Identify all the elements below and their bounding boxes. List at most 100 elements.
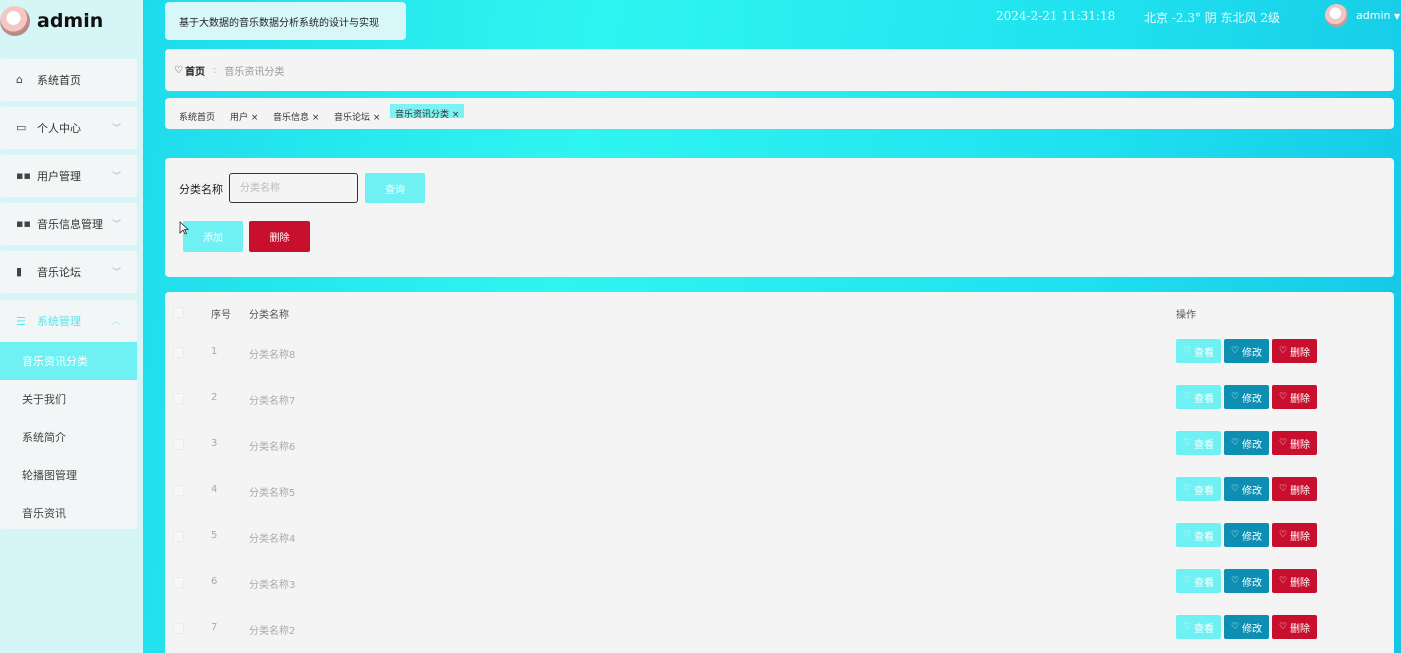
row-name: 分类名称3 xyxy=(249,580,296,591)
user-menu[interactable]: admin ▼ xyxy=(1356,9,1400,22)
edit-button[interactable]: ♡ 修改 xyxy=(1224,569,1269,593)
edit-button[interactable]: ♡ 修改 xyxy=(1224,385,1269,409)
brand: admin xyxy=(0,0,143,42)
sidebar-subitem-news-category[interactable]: 音乐资讯分类 xyxy=(0,342,137,380)
row-checkbox[interactable] xyxy=(173,577,184,588)
brand-name: admin xyxy=(37,10,104,32)
batch-delete-button[interactable]: 删除 xyxy=(249,221,310,252)
sidebar-item-users[interactable]: ▪▪ 用户管理 ﹀ xyxy=(0,155,137,197)
edit-label: 修改 xyxy=(1242,439,1263,451)
view-button[interactable]: ♡ 查看 xyxy=(1176,615,1221,639)
sidebar-item-system[interactable]: ☰ 系统管理 ︿ xyxy=(0,300,137,342)
heart-icon: ♡ xyxy=(1182,438,1192,448)
sidebar-item-home[interactable]: ⌂ 系统首页 xyxy=(0,59,137,101)
row-index: 1 xyxy=(211,346,218,357)
tag-news-category[interactable]: 音乐资讯分类 × xyxy=(390,104,465,118)
delete-label: 删除 xyxy=(1290,393,1311,405)
heart-icon: ♡ xyxy=(1278,438,1288,448)
sidebar-subitem-intro[interactable]: 系统简介 xyxy=(0,418,137,456)
row-checkbox[interactable] xyxy=(173,485,184,496)
tags-bar: 系统首页 用户 × 音乐信息 × 音乐论坛 × 音乐资讯分类 × xyxy=(165,98,1394,129)
edit-button[interactable]: ♡ 修改 xyxy=(1224,431,1269,455)
tag-music-info[interactable]: 音乐信息 × xyxy=(273,110,319,123)
heart-icon: ♡ xyxy=(1230,438,1240,448)
tag-users[interactable]: 用户 × xyxy=(230,110,258,123)
delete-label: 删除 xyxy=(1290,531,1311,543)
sidebar-item-label: 音乐论坛 xyxy=(37,266,81,279)
sidebar-subitem-carousel[interactable]: 轮播图管理 xyxy=(0,456,137,494)
delete-button[interactable]: ♡ 删除 xyxy=(1272,431,1317,455)
delete-button[interactable]: ♡ 删除 xyxy=(1272,385,1317,409)
tag-forum[interactable]: 音乐论坛 × xyxy=(334,110,380,123)
heart-icon: ♡ xyxy=(1182,392,1192,402)
header-name: 分类名称 xyxy=(249,310,289,321)
edit-button[interactable]: ♡ 修改 xyxy=(1224,523,1269,547)
view-button[interactable]: ♡ 查看 xyxy=(1176,523,1221,547)
add-button[interactable]: 添加 xyxy=(183,221,243,252)
delete-button[interactable]: ♡ 删除 xyxy=(1272,569,1317,593)
heart-icon: ♡ xyxy=(1278,622,1288,632)
datetime: 2024-2-21 11:31:18 xyxy=(996,9,1116,23)
view-button[interactable]: ♡ 查看 xyxy=(1176,477,1221,501)
row-index: 6 xyxy=(211,576,218,587)
view-label: 查看 xyxy=(1194,393,1215,405)
edit-button[interactable]: ♡ 修改 xyxy=(1224,615,1269,639)
edit-button[interactable]: ♡ 修改 xyxy=(1224,477,1269,501)
select-all-checkbox[interactable] xyxy=(173,307,184,318)
user-name: admin xyxy=(1356,9,1391,22)
heart-icon: ♡ xyxy=(1230,484,1240,494)
chevron-down-icon: ﹀ xyxy=(111,268,121,278)
view-button[interactable]: ♡ 查看 xyxy=(1176,339,1221,363)
search-label: 分类名称 xyxy=(179,183,223,196)
brand-avatar xyxy=(0,6,30,36)
grid-icon: ▪▪ xyxy=(16,169,31,182)
view-label: 查看 xyxy=(1194,623,1215,635)
breadcrumb-separator: : xyxy=(212,64,217,76)
home-icon: ⌂ xyxy=(16,73,23,86)
chevron-down-icon: ﹀ xyxy=(111,220,121,230)
sidebar-item-profile[interactable]: ▭ 个人中心 ﹀ xyxy=(0,107,137,149)
heart-icon: ♡ xyxy=(1182,576,1192,586)
sidebar-item-label: 音乐信息管理 xyxy=(37,218,103,231)
edit-label: 修改 xyxy=(1242,393,1263,405)
avatar[interactable] xyxy=(1325,4,1348,27)
sidebar-subitem-news[interactable]: 音乐资讯 xyxy=(0,494,137,532)
heart-icon: ♡ xyxy=(174,64,183,76)
category-name-input[interactable] xyxy=(229,173,358,203)
sidebar-subitem-about[interactable]: 关于我们 xyxy=(0,380,137,418)
heart-icon: ♡ xyxy=(1230,392,1240,402)
heart-icon: ♡ xyxy=(1278,392,1288,402)
view-button[interactable]: ♡ 查看 xyxy=(1176,385,1221,409)
row-checkbox[interactable] xyxy=(173,623,184,634)
list-icon: ☰ xyxy=(16,314,26,328)
row-checkbox[interactable] xyxy=(173,439,184,450)
sidebar-item-music-info[interactable]: ▪▪ 音乐信息管理 ﹀ xyxy=(0,203,137,245)
delete-button[interactable]: ♡ 删除 xyxy=(1272,339,1317,363)
sidebar-item-label: 用户管理 xyxy=(37,170,81,183)
sidebar-item-forum[interactable]: ▮ 音乐论坛 ﹀ xyxy=(0,251,137,293)
row-checkbox[interactable] xyxy=(173,531,184,542)
heart-icon: ♡ xyxy=(1182,622,1192,632)
category-table: 序号 分类名称 操作 1 分类名称8 ♡ 查看 ♡ 修改 ♡ 删除 2 分类名称7 ♡… xyxy=(165,292,1394,653)
breadcrumb-home[interactable]: 首页 xyxy=(185,63,205,78)
delete-button[interactable]: ♡ 删除 xyxy=(1272,523,1317,547)
row-checkbox[interactable] xyxy=(173,393,184,404)
header-action: 操作 xyxy=(1176,310,1196,321)
query-button[interactable]: 查询 xyxy=(365,173,425,203)
edit-label: 修改 xyxy=(1242,347,1263,359)
view-label: 查看 xyxy=(1194,347,1215,359)
heart-icon: ♡ xyxy=(1230,346,1240,356)
delete-button[interactable]: ♡ 删除 xyxy=(1272,477,1317,501)
view-button[interactable]: ♡ 查看 xyxy=(1176,431,1221,455)
edit-button[interactable]: ♡ 修改 xyxy=(1224,339,1269,363)
delete-label: 删除 xyxy=(1290,347,1311,359)
search-panel: 分类名称 查询 添加 删除 xyxy=(165,158,1394,277)
row-checkbox[interactable] xyxy=(173,347,184,358)
delete-button[interactable]: ♡ 删除 xyxy=(1272,615,1317,639)
tag-home[interactable]: 系统首页 xyxy=(179,110,215,123)
view-button[interactable]: ♡ 查看 xyxy=(1176,569,1221,593)
row-index: 4 xyxy=(211,484,218,495)
heart-icon: ♡ xyxy=(1230,622,1240,632)
heart-icon: ♡ xyxy=(1278,346,1288,356)
row-name: 分类名称7 xyxy=(249,396,296,407)
